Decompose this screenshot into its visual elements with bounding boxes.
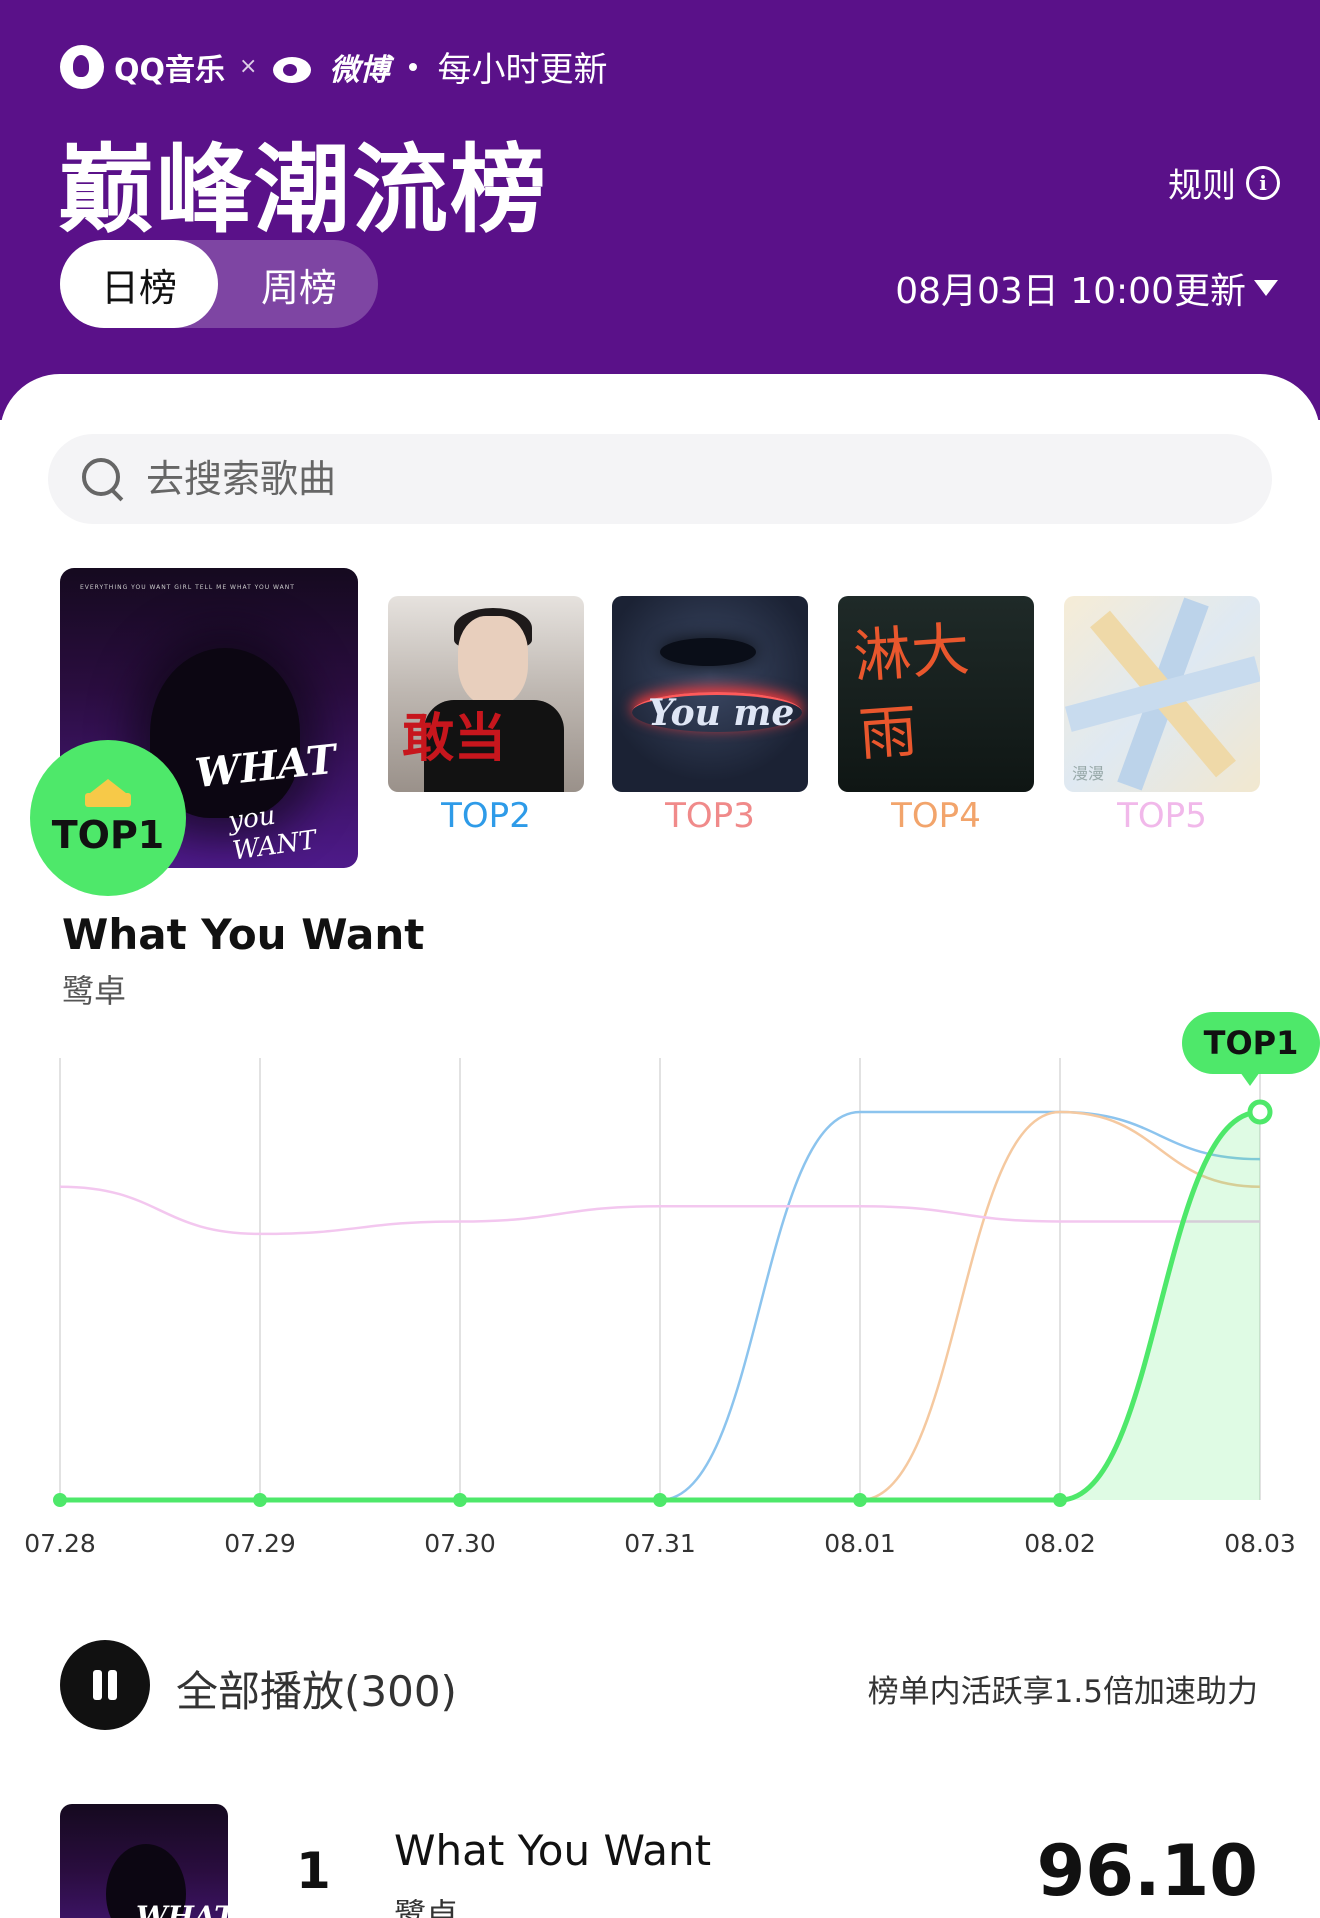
x-tick-label: 07.31 (624, 1529, 696, 1558)
crown-icon (85, 779, 131, 807)
rank-trend-chart: 07.28 07.29 07.30 07.31 08.01 08.02 08.03 (24, 1058, 1296, 1558)
current-rank-point (1247, 1099, 1273, 1125)
page-title: 巅峰潮流榜 (58, 134, 548, 246)
dot-separator (409, 62, 418, 71)
data-point (53, 1493, 67, 1507)
tab-daily[interactable]: 日榜 (60, 240, 218, 328)
top5-label[interactable]: TOP5 (1064, 796, 1260, 836)
cover-title-text: 敢当 (402, 708, 507, 769)
cover-title-text: 淋大雨 (851, 615, 972, 769)
chart-tooltip: TOP1 (1182, 1012, 1320, 1086)
cover-title-text: 漫漫 (1072, 764, 1105, 783)
qq-music-logo-icon (60, 44, 104, 89)
top5-cover[interactable]: 漫漫 (1064, 596, 1260, 792)
x-tick-label: 08.03 (1224, 1529, 1296, 1558)
brand-weibo: 微博 (329, 52, 390, 88)
tab-bar: 日榜 周榜 (60, 240, 378, 328)
cover-script: WHAT (136, 1900, 228, 1918)
brand-qq: QQ音乐 (114, 52, 226, 88)
boost-text: 榜单内活跃享1.5倍加速助力 (867, 1674, 1258, 1710)
search-input[interactable] (146, 457, 946, 501)
caret-down-icon (1254, 280, 1278, 296)
list-item-artist[interactable]: 鹭卓 (394, 1890, 458, 1918)
rules-label: 规则 (1168, 166, 1236, 206)
top1-label: TOP1 (51, 813, 165, 857)
x-tick-label: 07.29 (224, 1529, 296, 1558)
update-time-label: 08月03日 10:00更新 (895, 271, 1246, 312)
header: QQ音乐 × 微博 每小时更新 巅峰潮流榜 规则 i 日榜 周榜 08月03日 … (0, 0, 1320, 420)
cover-eye (660, 638, 756, 666)
pause-button[interactable] (60, 1640, 150, 1730)
list-item-cover[interactable]: WHAT (60, 1804, 228, 1918)
x-tick-label: 07.30 (424, 1529, 496, 1558)
weibo-logo-icon (271, 49, 319, 85)
data-point (453, 1493, 467, 1507)
search-bar[interactable] (48, 434, 1272, 524)
x-tick-label: 08.01 (824, 1529, 896, 1558)
list-item-score: 96.10 (1036, 1830, 1258, 1912)
top2-label[interactable]: TOP2 (388, 796, 584, 836)
data-point (853, 1493, 867, 1507)
top1-badge: TOP1 (30, 740, 186, 896)
featured-song-title: What You Want (62, 910, 425, 959)
brand-separator: × (239, 54, 258, 79)
top2-cover[interactable]: 敢当 (388, 596, 584, 792)
data-point (1053, 1493, 1067, 1507)
update-frequency: 每小时更新 (437, 50, 608, 90)
top4-label[interactable]: TOP4 (838, 796, 1034, 836)
top3-cover[interactable]: You me (612, 596, 808, 792)
top3-label[interactable]: TOP3 (612, 796, 808, 836)
x-tick-label: 07.28 (24, 1529, 96, 1558)
list-item-rank: 1 (296, 1842, 331, 1900)
data-point (253, 1493, 267, 1507)
list-item-title[interactable]: What You Want (394, 1826, 711, 1875)
info-icon: i (1246, 165, 1280, 200)
tab-weekly[interactable]: 周榜 (220, 240, 378, 328)
update-time-dropdown[interactable]: 08月03日 10:00更新 (895, 262, 1278, 314)
top4-cover[interactable]: 淋大雨 (838, 596, 1034, 792)
cover-fine-print: EVERYTHING YOU WANT GIRL TELL ME WHAT YO… (80, 584, 295, 591)
cover-title-text: You me (648, 692, 795, 734)
rules-button[interactable]: 规则 i (1168, 158, 1280, 207)
cover-face (458, 616, 528, 706)
data-point (653, 1493, 667, 1507)
search-icon (82, 458, 124, 500)
brand-row: QQ音乐 × 微博 每小时更新 (60, 42, 607, 91)
play-all-button[interactable]: 全部播放(300) (176, 1658, 457, 1719)
x-tick-label: 08.02 (1024, 1529, 1096, 1558)
